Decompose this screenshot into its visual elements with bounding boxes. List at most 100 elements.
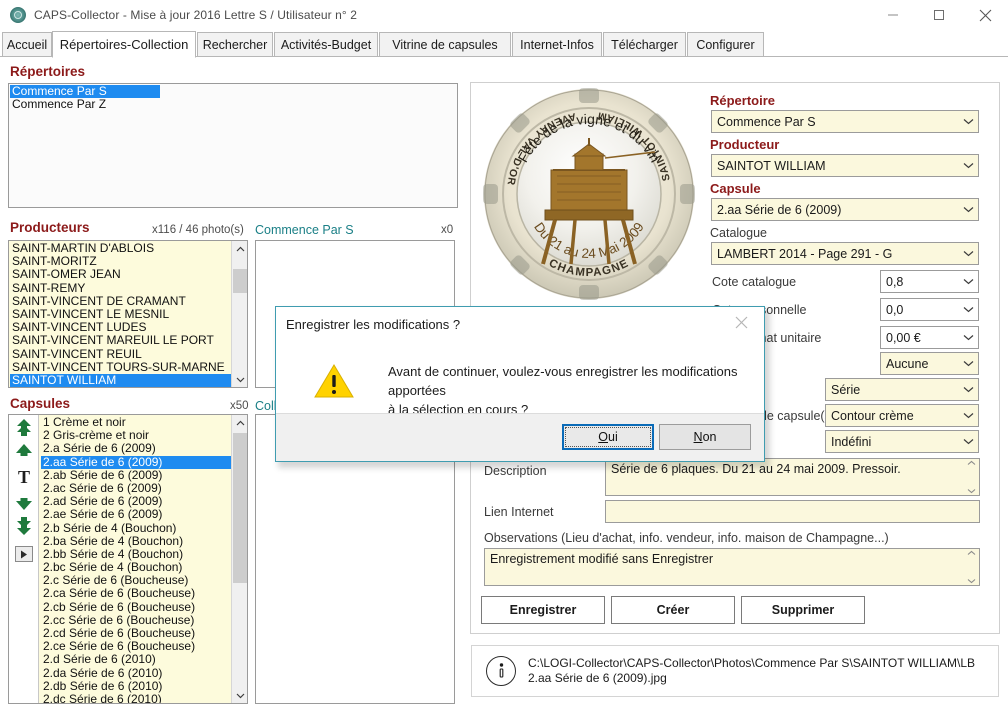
scroll-up-icon[interactable] (232, 241, 247, 257)
tab-activites-budget[interactable]: Activités-Budget (274, 32, 378, 57)
list-item[interactable]: 2.bc Série de 4 (Bouchon) (41, 561, 230, 574)
producteurs-listbox[interactable]: SAINT-MARTIN D'ABLOIS SAINT-MORITZ SAINT… (8, 240, 248, 388)
chevron-down-icon (963, 271, 974, 292)
repertoire-value: Commence Par S (717, 114, 816, 129)
tab-internet-infos[interactable]: Internet-Infos (512, 32, 602, 57)
type-select[interactable]: Série (825, 378, 979, 401)
capsule-photo-image: CHAMPAGNE SAINTOT WILLIAM AVENAY VAL D'O… (483, 88, 695, 300)
list-item[interactable]: 2.cb Série de 6 (Boucheuse) (41, 601, 230, 614)
list-item[interactable]: 2.db Série de 6 (2010) (41, 680, 230, 693)
next-record-icon[interactable] (11, 493, 37, 515)
list-item[interactable]: 2.a Série de 6 (2009) (41, 442, 230, 455)
maximize-icon[interactable] (916, 0, 962, 30)
minimize-icon[interactable] (870, 0, 916, 30)
save-button[interactable]: Enregistrer (481, 596, 605, 624)
scroll-down-icon[interactable] (232, 371, 247, 387)
play-slideshow-button[interactable] (11, 543, 37, 565)
list-item[interactable]: 2.ad Série de 6 (2009) (41, 495, 230, 508)
tab-telecharger[interactable]: Télécharger (603, 32, 686, 57)
info-icon (486, 656, 516, 686)
list-item[interactable]: SAINT-VINCENT LUDES (10, 321, 230, 334)
lien-internet-input[interactable] (605, 500, 980, 523)
list-item[interactable]: SAINTOT WILLIAM (10, 373, 232, 387)
list-item[interactable]: Commence Par S (10, 85, 160, 99)
dialog-footer: Oui Non (276, 413, 764, 461)
capsules-nav-column: T (9, 415, 39, 703)
capsules-listbox[interactable]: T 1 Crème et noir 2 Gris-crème et noir 2… (8, 414, 248, 704)
list-item[interactable]: 2.cc Série de 6 (Boucheuse) (41, 614, 230, 627)
dialog-close-icon[interactable] (718, 307, 764, 337)
producteurs-right-count: x0 (441, 224, 454, 236)
app-logo-icon (10, 7, 26, 23)
close-icon[interactable] (962, 0, 1008, 30)
repertoire-select[interactable]: Commence Par S (711, 110, 979, 133)
tab-repertoires-collection[interactable]: Répertoires-Collection (52, 31, 196, 58)
scroll-thumb[interactable] (233, 269, 247, 293)
capsules-scrollbar[interactable] (231, 415, 247, 703)
list-item[interactable]: 2.aa Série de 6 (2009) (41, 455, 233, 469)
list-item[interactable]: SAINT-MARTIN D'ABLOIS (10, 242, 230, 255)
capsule-photo[interactable]: CHAMPAGNE SAINTOT WILLIAM AVENAY VAL D'O… (483, 88, 695, 300)
list-item[interactable]: 2.ba Série de 4 (Bouchon) (41, 535, 230, 548)
catalogue-select[interactable]: LAMBERT 2014 - Page 291 - G (711, 242, 979, 265)
letter-jump-icon[interactable]: T (11, 461, 37, 493)
contour-select[interactable]: Contour crème (825, 404, 979, 427)
list-item[interactable]: SAINT-VINCENT LE MESNIL (10, 308, 230, 321)
list-item[interactable]: SAINT-REMY (10, 282, 230, 295)
list-item[interactable]: SAINT-VINCENT DE CRAMANT (10, 295, 230, 308)
previous-record-icon[interactable] (11, 439, 37, 461)
dialog-message: Avant de continuer, voulez-vous enregist… (388, 362, 744, 419)
tab-rechercher[interactable]: Rechercher (197, 32, 273, 57)
observations-textarea[interactable]: Enregistrement modifié sans Enregistrer (484, 548, 980, 586)
list-item[interactable]: 2.ae Série de 6 (2009) (41, 508, 230, 521)
cote-catalogue-select[interactable]: 0,8 (880, 270, 979, 293)
list-item[interactable]: 2.b Série de 4 (Bouchon) (41, 522, 230, 535)
producteur-select[interactable]: SAINTOT WILLIAM (711, 154, 979, 177)
list-item[interactable]: SAINT-VINCENT MAREUIL LE PORT (10, 334, 230, 347)
list-item[interactable]: 2.ce Série de 6 (Boucheuse) (41, 640, 230, 653)
dialog-yes-button[interactable]: Oui (562, 424, 654, 450)
list-item[interactable]: SAINT-OMER JEAN (10, 268, 230, 281)
list-item[interactable]: 2.cd Série de 6 (Boucheuse) (41, 627, 230, 640)
delete-button[interactable]: Supprimer (741, 596, 865, 624)
capsule-select[interactable]: 2.aa Série de 6 (2009) (711, 198, 979, 221)
dialog-yes-rest: ui (608, 430, 618, 444)
repertoires-listbox[interactable]: Commence Par S Commence Par Z (8, 83, 458, 208)
list-item[interactable]: SAINT-VINCENT TOURS-SUR-MARNE (10, 361, 230, 374)
list-item[interactable]: 2.dc Série de 6 (2010) (41, 693, 230, 703)
producteurs-scrollbar[interactable] (231, 241, 247, 387)
tab-vitrine-de-capsules[interactable]: Vitrine de capsules (379, 32, 511, 57)
list-item[interactable]: 2.da Série de 6 (2010) (41, 667, 230, 680)
save-changes-dialog: Enregistrer les modifications ? Avant de… (275, 306, 765, 462)
scroll-down-icon[interactable] (232, 687, 247, 703)
scroll-up-icon[interactable] (232, 415, 247, 431)
tab-accueil[interactable]: Accueil (2, 32, 52, 57)
first-record-icon[interactable] (11, 417, 37, 439)
observations-scrollbar[interactable] (964, 550, 978, 584)
rarete-value: Aucune (886, 356, 929, 371)
contour-value: Contour crème (831, 408, 914, 423)
etat-select[interactable]: Indéfini (825, 430, 979, 453)
list-item[interactable]: 2.ac Série de 6 (2009) (41, 482, 230, 495)
last-record-icon[interactable] (11, 515, 37, 537)
list-item[interactable]: 2 Gris-crème et noir (41, 429, 230, 442)
list-item[interactable]: 2.c Série de 6 (Boucheuse) (41, 574, 230, 587)
list-item[interactable]: SAINT-MORITZ (10, 255, 230, 268)
list-item[interactable]: 2.ab Série de 6 (2009) (41, 469, 230, 482)
list-item[interactable]: Commence Par Z (10, 98, 457, 111)
list-item[interactable]: 2.d Série de 6 (2010) (41, 653, 230, 666)
description-scrollbar[interactable] (964, 460, 978, 494)
prix-unitaire-select[interactable]: 0,00 € (880, 326, 979, 349)
list-item[interactable]: 2.ca Série de 6 (Boucheuse) (41, 587, 230, 600)
producteurs-current-repertoire: Commence Par S (255, 223, 354, 237)
tab-configurer[interactable]: Configurer (687, 32, 764, 57)
chevron-down-icon (963, 379, 974, 400)
scroll-thumb[interactable] (233, 433, 247, 583)
cote-personnelle-select[interactable]: 0,0 (880, 298, 979, 321)
dialog-no-button[interactable]: Non (659, 424, 751, 450)
create-button[interactable]: Créer (611, 596, 735, 624)
list-item[interactable]: 2.bb Série de 4 (Bouchon) (41, 548, 230, 561)
list-item[interactable]: 1 Crème et noir (41, 416, 230, 429)
list-item[interactable]: SAINT-VINCENT REUIL (10, 348, 230, 361)
rarete-select[interactable]: Aucune (880, 352, 979, 375)
